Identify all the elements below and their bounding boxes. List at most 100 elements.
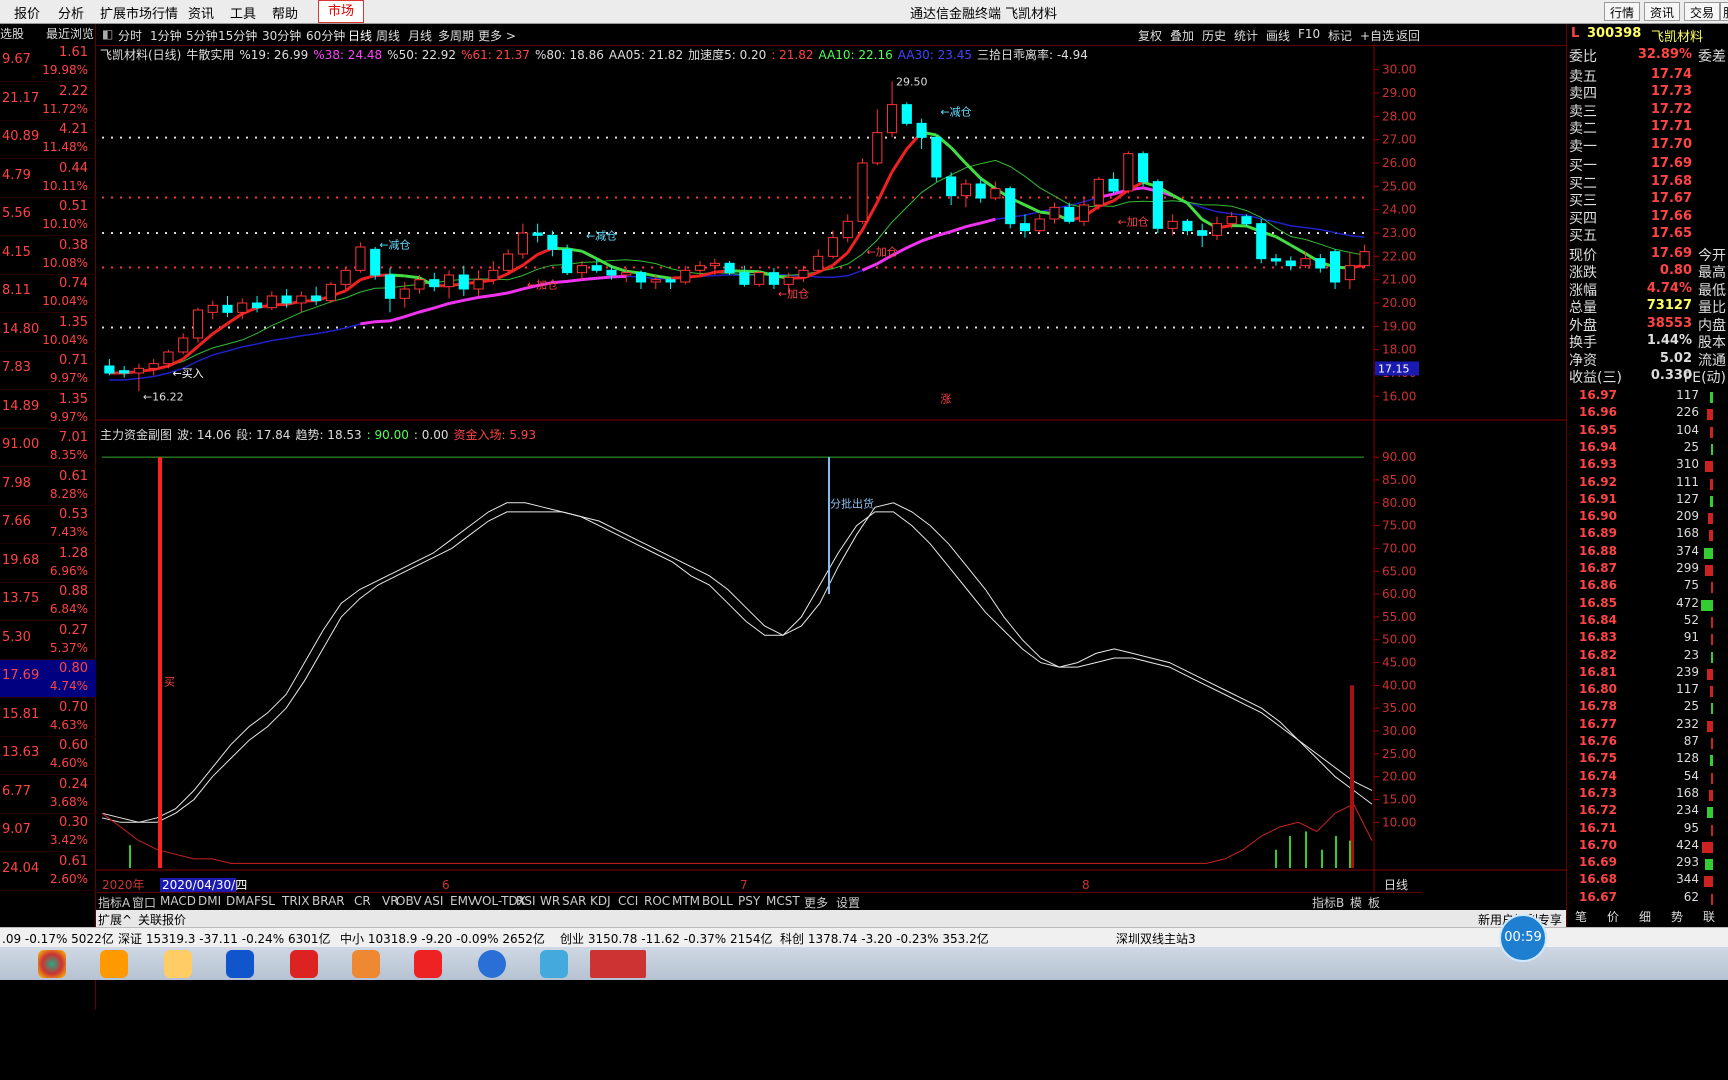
indicator-tab[interactable]: 指标A xyxy=(98,894,130,911)
watchlist-row[interactable]: 9.67 1.61 19.98% xyxy=(0,44,96,82)
app-icon[interactable] xyxy=(100,950,128,978)
indicator-tab[interactable]: KDJ xyxy=(590,894,611,908)
indicator-tab[interactable]: PSY xyxy=(738,894,760,908)
sogou-icon[interactable] xyxy=(226,950,254,978)
indicator-tab[interactable]: WR xyxy=(540,894,560,908)
period-tab[interactable]: 月线 xyxy=(408,27,432,44)
quote-bottom-tab[interactable]: 势 xyxy=(1671,908,1683,925)
period-tab[interactable]: 周线 xyxy=(376,27,400,44)
expand-button[interactable]: 扩展^ xyxy=(98,911,132,928)
indicator-tab[interactable]: CCI xyxy=(618,894,638,908)
trade-button[interactable]: 交易 xyxy=(1684,2,1721,21)
service-button[interactable]: 服 xyxy=(1720,2,1728,21)
chart-tool-button[interactable]: 画线 xyxy=(1266,27,1290,44)
quote-bottom-tab[interactable]: 价 xyxy=(1607,908,1619,925)
indicator-tab[interactable]: EMV xyxy=(450,894,476,908)
period-tab[interactable]: 多周期 xyxy=(438,27,474,44)
indicator-tab[interactable]: MTM xyxy=(672,894,700,908)
watchlist-row[interactable]: 6.77 0.24 3.68% xyxy=(0,776,96,814)
menu-item-analysis[interactable]: 分析 xyxy=(58,3,84,22)
menu-item-tools[interactable]: 工具 xyxy=(230,3,256,22)
watchlist-row[interactable]: 24.04 0.61 2.60% xyxy=(0,853,96,891)
chart-tool-button[interactable]: 返回 xyxy=(1396,27,1420,44)
indicator-tab[interactable]: DMA xyxy=(226,894,254,908)
menu-item-extended-market[interactable]: 扩展市场行情 xyxy=(100,3,178,22)
indicator-tab[interactable]: 窗口 xyxy=(132,894,156,911)
chart-tool-button[interactable]: 复权 xyxy=(1138,27,1162,44)
period-tab[interactable]: 更多 > xyxy=(478,27,516,44)
watchlist-row[interactable]: 9.07 0.30 3.42% xyxy=(0,814,96,852)
indicator-tab[interactable]: CR xyxy=(354,894,371,908)
tab-stock-picker[interactable]: 选股 xyxy=(0,24,24,44)
indicator-tab[interactable]: 设置 xyxy=(836,894,860,911)
watchlist-row[interactable]: 17.69 0.80 4.74% xyxy=(0,660,96,698)
watchlist-row[interactable]: 21.17 2.22 11.72% xyxy=(0,83,96,121)
watchlist-row[interactable]: 7.83 0.71 9.97% xyxy=(0,352,96,390)
quote-bottom-tab[interactable]: 联 xyxy=(1703,908,1715,925)
netease-icon[interactable] xyxy=(290,950,318,978)
indicator-tab-right[interactable]: 板 xyxy=(1368,894,1380,911)
chart-tool-button[interactable]: 标记 xyxy=(1328,27,1352,44)
indicator-tab[interactable]: RSI xyxy=(516,894,536,908)
quote-mode-button[interactable]: 行情 xyxy=(1604,2,1641,21)
indicator-tab-right[interactable]: 指标B xyxy=(1312,894,1344,911)
indicator-tab[interactable]: BOLL xyxy=(702,894,733,908)
period-tab[interactable]: 5分钟 xyxy=(186,27,218,44)
tab-recent[interactable]: 最近浏览 xyxy=(46,24,94,44)
indicator-tab[interactable]: DMI xyxy=(198,894,221,908)
period-tab[interactable]: 分时 xyxy=(118,27,142,44)
watchlist-row[interactable]: 14.89 1.35 9.97% xyxy=(0,391,96,429)
indicator-tab[interactable]: FSL xyxy=(254,894,275,908)
panel-toggle-icon[interactable]: ◧ xyxy=(102,27,113,41)
indicator-tab[interactable]: BRAR xyxy=(312,894,345,908)
quote-bottom-tab[interactable]: 细 xyxy=(1639,908,1651,925)
tdx-icon[interactable] xyxy=(590,950,646,978)
music-icon[interactable] xyxy=(414,950,442,978)
period-tab[interactable]: 15分钟 xyxy=(218,27,257,44)
kline-chart[interactable]: 30.00 29.00 28.00 27.00 26.00 25.00 24.00 23.00… xyxy=(96,44,1566,892)
watchlist-row[interactable]: 15.81 0.70 4.63% xyxy=(0,699,96,737)
chart-tool-button[interactable]: 统计 xyxy=(1234,27,1258,44)
watchlist-row[interactable]: 91.00 7.01 8.35% xyxy=(0,429,96,467)
indicator-tab[interactable]: ASI xyxy=(424,894,443,908)
watchlist-row[interactable]: 14.80 1.35 10.04% xyxy=(0,314,96,352)
market-button[interactable]: 市场 xyxy=(318,0,364,23)
watchlist-row[interactable]: 13.63 0.60 4.60% xyxy=(0,737,96,775)
indicator-tab[interactable]: ROC xyxy=(644,894,670,908)
quote-bottom-tab[interactable]: 笔 xyxy=(1575,908,1587,925)
indicator-tab[interactable]: TRIX xyxy=(282,894,309,908)
period-tab[interactable]: 60分钟 xyxy=(306,27,345,44)
watchlist-row[interactable]: 40.89 4.21 11.48% xyxy=(0,121,96,159)
menu-item-help[interactable]: 帮助 xyxy=(272,3,298,22)
watchlist-row[interactable]: 13.75 0.88 6.84% xyxy=(0,583,96,621)
chart-tool-button[interactable]: F10 xyxy=(1298,27,1320,41)
period-tab[interactable]: 1分钟 xyxy=(150,27,182,44)
watchlist-row[interactable]: 19.68 1.28 6.96% xyxy=(0,545,96,583)
indicator-tab[interactable]: SAR xyxy=(562,894,586,908)
period-tab[interactable]: 30分钟 xyxy=(262,27,301,44)
chart-tool-button[interactable]: +自选 xyxy=(1360,27,1394,44)
app-icon-2[interactable] xyxy=(540,950,568,978)
news-mode-button[interactable]: 资讯 xyxy=(1644,2,1681,21)
watchlist-row[interactable]: 7.98 0.61 8.28% xyxy=(0,468,96,506)
watchlist-row[interactable]: 5.56 0.51 10.10% xyxy=(0,198,96,236)
watchlist-row[interactable]: 5.30 0.27 5.37% xyxy=(0,622,96,660)
watchlist-row[interactable]: 4.15 0.38 10.08% xyxy=(0,237,96,275)
related-quote-button[interactable]: 关联报价 xyxy=(138,911,186,928)
indicator-tab-right[interactable]: 模 xyxy=(1350,894,1362,911)
chart-tool-button[interactable]: 叠加 xyxy=(1170,27,1194,44)
indicator-tab[interactable]: OBV xyxy=(396,894,422,908)
menu-item-news[interactable]: 资讯 xyxy=(188,3,214,22)
watchlist-row[interactable]: 8.11 0.74 10.04% xyxy=(0,275,96,313)
indicator-tab[interactable]: MACD xyxy=(160,894,196,908)
chrome-icon[interactable] xyxy=(38,950,66,978)
indicator-tab[interactable]: 更多 xyxy=(804,894,828,911)
watchlist-row[interactable]: 7.66 0.53 7.43% xyxy=(0,506,96,544)
watchlist-row[interactable]: 4.79 0.44 10.11% xyxy=(0,160,96,198)
chart-tool-button[interactable]: 历史 xyxy=(1202,27,1226,44)
period-tab[interactable]: 日线 xyxy=(348,27,372,44)
ie-icon[interactable] xyxy=(478,950,506,978)
browser-icon[interactable] xyxy=(352,950,380,978)
indicator-tab[interactable]: MCST xyxy=(766,894,800,908)
menu-item-quote[interactable]: 报价 xyxy=(14,3,40,22)
